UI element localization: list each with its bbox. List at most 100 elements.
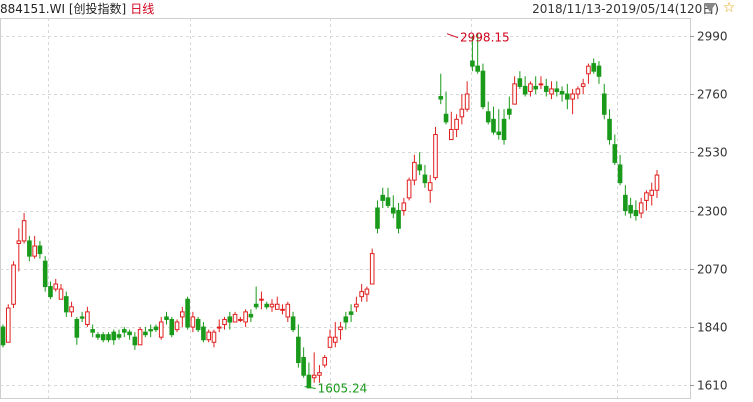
star-icon[interactable]: ☆	[721, 0, 737, 16]
candle	[264, 303, 270, 308]
candle	[16, 240, 22, 244]
candle	[53, 283, 59, 290]
candle	[111, 331, 117, 341]
candle	[259, 298, 264, 301]
candle	[623, 194, 628, 212]
candle	[396, 210, 401, 229]
candle	[549, 88, 554, 95]
candle	[480, 70, 486, 108]
candle	[21, 220, 27, 242]
candle	[143, 331, 148, 336]
candle	[459, 108, 465, 118]
candle	[106, 334, 111, 341]
candle	[37, 245, 43, 255]
candle	[422, 174, 428, 184]
candle	[311, 374, 317, 379]
candle	[522, 85, 528, 95]
candle	[596, 65, 602, 77]
candle	[327, 336, 333, 348]
y-tick-label: 2990	[697, 30, 728, 44]
candle	[649, 189, 655, 196]
candle	[185, 298, 190, 328]
y-tick-label: 2070	[697, 263, 728, 277]
candle	[195, 318, 201, 331]
candle	[238, 318, 243, 321]
y-tick-label: 1610	[697, 379, 728, 393]
candle	[306, 374, 312, 389]
candle	[406, 179, 412, 199]
candle	[32, 245, 37, 257]
candle	[201, 326, 206, 341]
candle	[290, 316, 296, 331]
candle	[485, 111, 491, 123]
triangle-down-icon[interactable]	[704, 3, 716, 12]
candle	[11, 264, 16, 305]
candle	[565, 93, 570, 100]
chart-title: 884151.WI [创投指数] 日线	[0, 2, 154, 16]
candle	[575, 88, 581, 95]
candle	[5, 307, 11, 343]
period-label[interactable]: 日线	[130, 2, 154, 16]
candle	[607, 118, 612, 141]
candle	[0, 326, 6, 346]
high-annotation: 2998.15	[460, 31, 510, 45]
candle	[559, 90, 565, 95]
y-tick-label: 2530	[697, 146, 728, 160]
candle	[169, 318, 175, 336]
candle	[174, 321, 180, 331]
candlestick-chart: 2990 2760 2530 2300 2070 1840 1610 2998.15 1605.…	[0, 18, 728, 399]
candle	[359, 291, 364, 298]
candle	[390, 207, 396, 214]
candle	[27, 240, 32, 257]
candle	[100, 334, 106, 341]
candle	[69, 306, 74, 313]
candle	[528, 83, 533, 92]
candle	[612, 144, 618, 163]
y-tick-label: 2300	[697, 205, 728, 219]
candle	[654, 174, 660, 191]
candle	[417, 164, 422, 171]
candle	[617, 164, 623, 184]
candle	[42, 260, 48, 288]
candle	[95, 334, 101, 338]
candle	[248, 313, 254, 318]
candle	[158, 321, 164, 338]
index-name: [创投指数]	[68, 2, 127, 16]
candle	[180, 311, 185, 318]
candle	[332, 336, 338, 343]
candle	[433, 134, 438, 179]
candle	[512, 83, 517, 105]
candle	[222, 318, 227, 326]
candle	[63, 296, 69, 313]
candle	[401, 202, 407, 212]
candle	[90, 329, 95, 333]
candle	[380, 194, 386, 201]
candle	[496, 131, 502, 136]
candle	[591, 63, 597, 72]
candle	[338, 326, 343, 331]
candle	[369, 253, 375, 285]
candle	[517, 78, 523, 87]
index-code: 884151.WI	[0, 2, 66, 16]
candle	[216, 326, 222, 329]
candle	[507, 108, 512, 115]
candle	[274, 303, 280, 310]
candle	[116, 334, 122, 338]
candle	[633, 210, 639, 217]
candle	[285, 303, 291, 318]
candle	[470, 60, 475, 67]
candle	[343, 316, 349, 323]
candle	[296, 336, 301, 364]
candle	[554, 88, 560, 92]
candle	[74, 318, 80, 338]
candle	[601, 93, 607, 115]
candle	[491, 118, 496, 133]
candle	[501, 118, 507, 141]
candle	[427, 182, 433, 191]
candle	[348, 311, 354, 315]
candle	[48, 286, 53, 298]
candle	[364, 288, 370, 295]
candle	[148, 329, 153, 332]
candle	[132, 336, 138, 346]
candle	[190, 316, 196, 328]
